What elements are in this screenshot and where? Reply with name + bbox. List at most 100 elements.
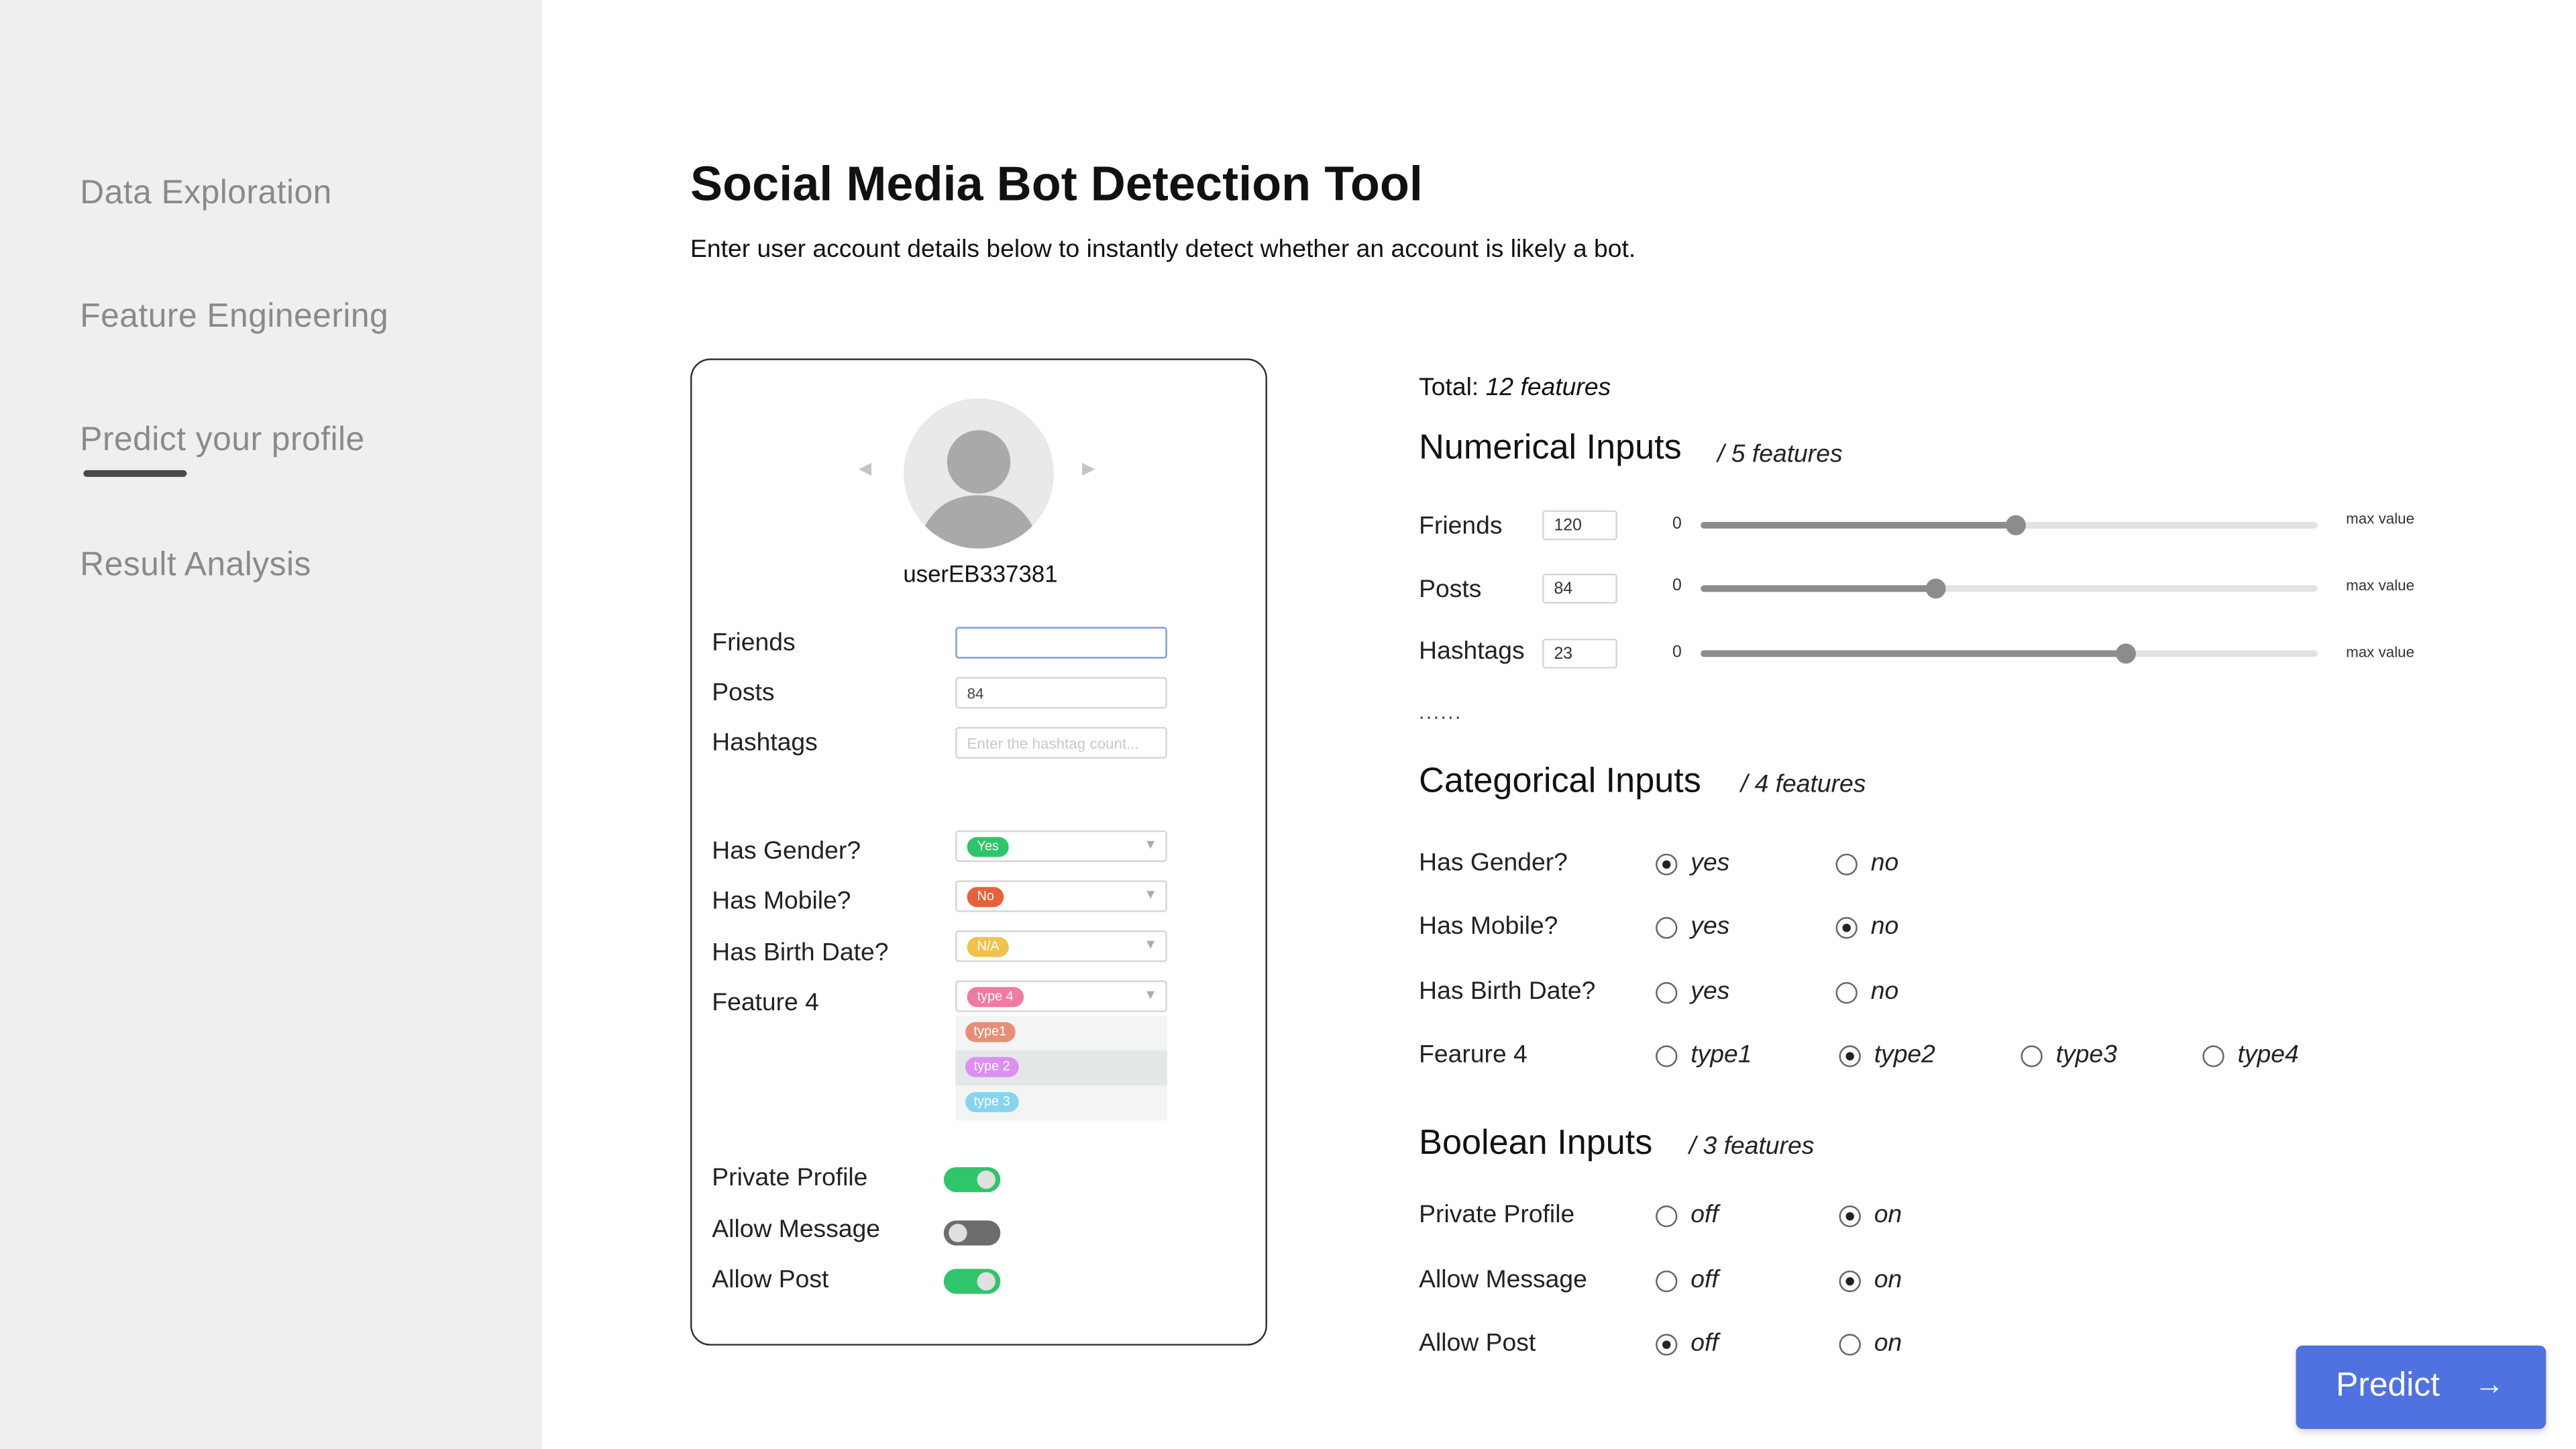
posts-label: Posts <box>712 678 775 707</box>
private-profile-label: Private Profile <box>712 1163 868 1193</box>
num-label-friends: Friends <box>1419 512 1503 541</box>
posts-slider[interactable] <box>1701 578 2318 599</box>
predict-button[interactable]: Predict → <box>2296 1345 2546 1430</box>
slider-min-label: 0 <box>1672 576 1682 596</box>
chevron-down-icon: ▼ <box>1144 987 1157 1002</box>
numerical-section-title: Numerical Inputs <box>1419 428 1682 467</box>
categorical-section-title: Categorical Inputs <box>1419 761 1701 801</box>
option-tag: type1 <box>965 1022 1015 1042</box>
hashtags-label: Hashtags <box>712 729 818 757</box>
slider-max-label: max value <box>2346 576 2415 594</box>
nav-item-predict-profile[interactable]: Predict your profile <box>80 422 364 460</box>
total-features: Total: 12 features <box>1419 373 1611 402</box>
hashtags-input[interactable] <box>955 727 1167 759</box>
has-birth-date-yes-radio[interactable] <box>1656 981 1678 1004</box>
hashtags-slider[interactable] <box>1701 643 2318 664</box>
has-mobile-select[interactable]: No ▼ <box>955 880 1167 912</box>
arrow-right-icon: → <box>2474 1367 2505 1401</box>
avatar <box>904 398 1054 549</box>
categorical-count: / 4 features <box>1740 770 1866 799</box>
feature4-option[interactable]: type1 <box>955 1016 1167 1051</box>
cat-label-has-mobile: Has Mobile? <box>1419 912 1558 941</box>
friends-label: Friends <box>712 629 796 657</box>
allow-post-off-radio[interactable] <box>1656 1334 1678 1356</box>
num-label-posts: Posts <box>1419 575 1482 604</box>
numerical-count: / 5 features <box>1717 440 1843 469</box>
cat-label-has-birth-date: Has Birth Date? <box>1419 977 1596 1006</box>
allow-post-label: Allow Post <box>712 1265 829 1294</box>
sidebar: Data Exploration Feature Engineering Pre… <box>0 0 542 1449</box>
private-profile-on-radio[interactable] <box>1839 1205 1861 1228</box>
has-gender-label: Has Gender? <box>712 837 861 865</box>
radio-label: no <box>1870 849 1899 877</box>
feature4-option[interactable]: type 2 <box>955 1050 1167 1086</box>
friends-number-input[interactable] <box>1542 510 1617 541</box>
has-gender-yes-radio[interactable] <box>1656 853 1678 875</box>
num-label-hashtags: Hashtags <box>1419 637 1525 665</box>
radio-label: on <box>1874 1328 1902 1358</box>
radio-label: no <box>1870 977 1899 1006</box>
feature4-type1-radio[interactable] <box>1656 1045 1678 1067</box>
allow-message-off-radio[interactable] <box>1656 1270 1678 1293</box>
has-gender-select[interactable]: Yes ▼ <box>955 830 1167 863</box>
radio-label: on <box>1874 1265 1902 1294</box>
cat-label-has-gender: Has Gender? <box>1419 849 1568 877</box>
has-birth-date-select[interactable]: N/A ▼ <box>955 930 1167 963</box>
option-tag: type 3 <box>965 1092 1019 1112</box>
page-subtitle: Enter user account details below to inst… <box>690 235 1636 264</box>
bool-label-allow-message: Allow Message <box>1419 1265 1587 1294</box>
has-mobile-yes-radio[interactable] <box>1656 917 1678 939</box>
chevron-down-icon: ▼ <box>1144 936 1157 953</box>
nav-item-result-analysis[interactable]: Result Analysis <box>80 547 311 585</box>
feature4-select[interactable]: type 4 ▼ <box>955 980 1167 1012</box>
slider-min-label: 0 <box>1672 643 1682 662</box>
allow-post-on-radio[interactable] <box>1839 1334 1861 1356</box>
bool-label-allow-post: Allow Post <box>1419 1328 1536 1358</box>
chevron-down-icon: ▼ <box>1144 887 1157 902</box>
feature4-option[interactable]: type 3 <box>955 1085 1167 1120</box>
has-gender-tag: Yes <box>967 837 1009 857</box>
feature4-type2-radio[interactable] <box>1839 1045 1861 1067</box>
posts-input[interactable] <box>955 677 1167 709</box>
nav-item-data-exploration[interactable]: Data Exploration <box>80 175 331 213</box>
radio-label: yes <box>1690 912 1730 941</box>
allow-message-on-radio[interactable] <box>1839 1270 1861 1293</box>
slider-max-label: max value <box>2346 510 2415 527</box>
radio-label: type3 <box>2055 1040 2117 1069</box>
has-birth-date-label: Has Birth Date? <box>712 938 889 967</box>
previous-avatar-icon[interactable]: ◀ <box>859 460 871 478</box>
friends-input[interactable] <box>955 627 1167 659</box>
radio-label: off <box>1690 1265 1719 1294</box>
radio-label: off <box>1690 1200 1719 1229</box>
feature4-type3-radio[interactable] <box>2021 1045 2043 1067</box>
page-title: Social Media Bot Detection Tool <box>690 158 1423 212</box>
posts-number-input[interactable] <box>1542 574 1617 604</box>
private-profile-toggle[interactable] <box>943 1167 1001 1193</box>
chevron-down-icon: ▼ <box>1144 837 1157 853</box>
user-icon <box>917 430 1040 549</box>
has-mobile-no-radio[interactable] <box>1835 917 1858 939</box>
feature4-tag: type 4 <box>967 987 1024 1008</box>
has-gender-no-radio[interactable] <box>1835 853 1858 875</box>
allow-message-label: Allow Message <box>712 1215 881 1244</box>
private-profile-off-radio[interactable] <box>1656 1205 1678 1228</box>
nav-item-feature-engineering[interactable]: Feature Engineering <box>80 299 388 337</box>
boolean-count: / 3 features <box>1688 1132 1815 1161</box>
profile-card: ◀ ▶ userEB337381 Friends Posts Hashtags … <box>690 358 1267 1346</box>
feature4-dropdown: type1 type 2 type 3 <box>955 1015 1167 1121</box>
feature4-type4-radio[interactable] <box>2202 1045 2224 1067</box>
hashtags-number-input[interactable] <box>1542 638 1617 669</box>
next-avatar-icon[interactable]: ▶ <box>1082 460 1095 478</box>
allow-message-toggle[interactable] <box>943 1220 1001 1246</box>
app-canvas: Data Exploration Feature Engineering Pre… <box>0 0 2576 1449</box>
more-features-ellipsis: ...... <box>1419 700 1462 724</box>
has-mobile-tag: No <box>967 887 1004 908</box>
slider-min-label: 0 <box>1672 515 1682 534</box>
has-birth-date-no-radio[interactable] <box>1835 981 1858 1004</box>
allow-post-toggle[interactable] <box>943 1269 1001 1294</box>
radio-label: off <box>1690 1328 1719 1358</box>
bool-label-private-profile: Private Profile <box>1419 1200 1575 1229</box>
friends-slider[interactable] <box>1701 515 2318 535</box>
active-nav-indicator <box>83 470 187 477</box>
username: userEB337381 <box>903 560 1058 587</box>
